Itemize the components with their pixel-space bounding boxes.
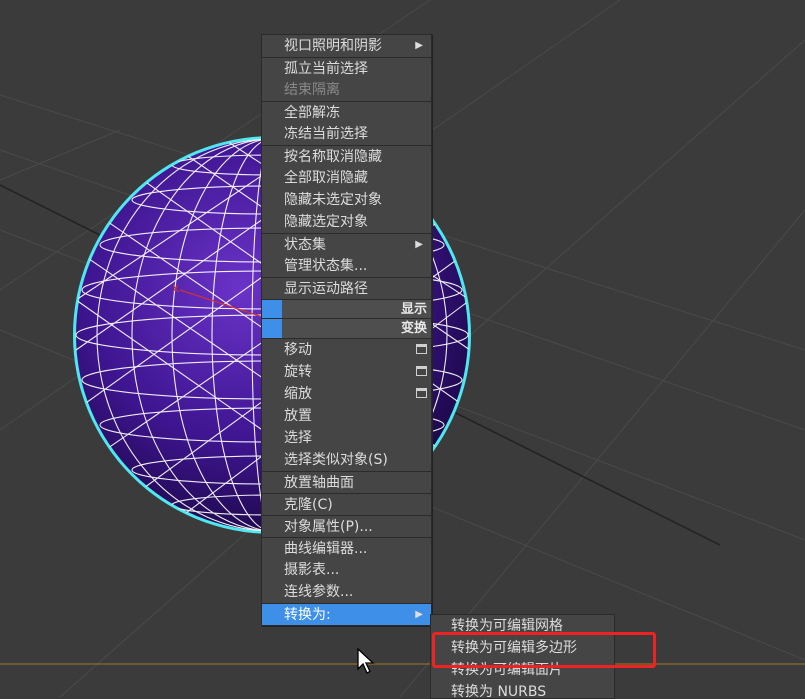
menu-item-label: 视口照明和阴影 bbox=[284, 38, 382, 54]
menu-item-label: 缩放 bbox=[284, 386, 312, 402]
menu-item-hide-unselected[interactable]: 隐藏未选定对象 bbox=[262, 189, 431, 211]
mouse-pointer-icon bbox=[357, 648, 375, 674]
menu-item-state-sets[interactable]: 状态集 ▶ bbox=[262, 233, 431, 255]
menu-item-label: 状态集 bbox=[284, 237, 326, 253]
menu-item-end-isolation: 结束隔离 bbox=[284, 82, 340, 98]
menu-item-convert-to[interactable]: 转换为: ▶ bbox=[262, 603, 431, 625]
menu-item-move[interactable]: 移动 bbox=[262, 339, 431, 361]
submenu-arrow-icon: ▶ bbox=[415, 239, 423, 250]
submenu-arrow-icon: ▶ bbox=[415, 609, 423, 620]
menu-item-curve-editor[interactable]: 曲线编辑器... bbox=[262, 537, 431, 559]
menu-item-place-pivot-surface[interactable]: 放置轴曲面 bbox=[262, 471, 431, 493]
submenu-arrow-icon: ▶ bbox=[415, 40, 423, 51]
menu-item-dope-sheet[interactable]: 摄影表... bbox=[262, 559, 431, 581]
menu-item-display-motion-paths[interactable]: 显示运动路径 bbox=[262, 277, 431, 299]
quad-color-swatch bbox=[262, 300, 282, 318]
section-header-display: 显示 bbox=[262, 299, 431, 319]
menu-item-hide-selection[interactable]: 隐藏选定对象 bbox=[262, 211, 431, 233]
menu-item-select-similar[interactable]: 选择类似对象(S) bbox=[262, 449, 431, 471]
option-box-icon[interactable] bbox=[416, 388, 427, 398]
menu-item-unhide-all[interactable]: 全部取消隐藏 bbox=[262, 167, 431, 189]
menu-item-place[interactable]: 放置 bbox=[262, 405, 431, 427]
menu-item-label: 转换为: bbox=[284, 607, 331, 623]
option-box-icon[interactable] bbox=[416, 344, 427, 354]
section-header-transform: 变换 bbox=[262, 319, 431, 339]
menu-item-clone[interactable]: 克隆(C) bbox=[262, 493, 431, 515]
menu-item-manage-state-sets[interactable]: 管理状态集... bbox=[262, 255, 431, 277]
menu-item-unhide-by-name[interactable]: 按名称取消隐藏 bbox=[262, 145, 431, 167]
submenu-item-nurbs[interactable]: 转换为 NURBS bbox=[431, 681, 614, 698]
menu-item-wire-parameters[interactable]: 连线参数... bbox=[262, 581, 431, 603]
menu-item-label: 移动 bbox=[284, 342, 312, 358]
menu-item-freeze-selection[interactable]: 冻结当前选择 bbox=[262, 123, 431, 145]
menu-item-object-properties[interactable]: 对象属性(P)... bbox=[262, 515, 431, 537]
menu-item-rotate[interactable]: 旋转 bbox=[262, 361, 431, 383]
menu-item-unfreeze-all[interactable]: 全部解冻 bbox=[262, 101, 431, 123]
menu-item-label: 旋转 bbox=[284, 364, 312, 380]
menu-item-viewport-lighting-shadows[interactable]: 视口照明和阴影 ▶ bbox=[262, 35, 431, 57]
menu-item-scale[interactable]: 缩放 bbox=[262, 383, 431, 405]
section-header-label: 显示 bbox=[400, 302, 427, 317]
option-box-icon[interactable] bbox=[416, 366, 427, 376]
menu-item-isolate-selection[interactable]: 孤立当前选择 bbox=[262, 57, 431, 79]
menu-item-select[interactable]: 选择 bbox=[262, 427, 431, 449]
section-header-label: 变换 bbox=[400, 321, 427, 336]
highlight-annotation-box bbox=[432, 632, 656, 668]
quad-menu: 视口照明和阴影 ▶ 孤立当前选择 结束隔离 全部解冻 冻结当前选择 按名称取消隐藏… bbox=[261, 34, 432, 626]
svg-text:x: x bbox=[172, 281, 179, 295]
quad-color-swatch bbox=[262, 319, 282, 338]
